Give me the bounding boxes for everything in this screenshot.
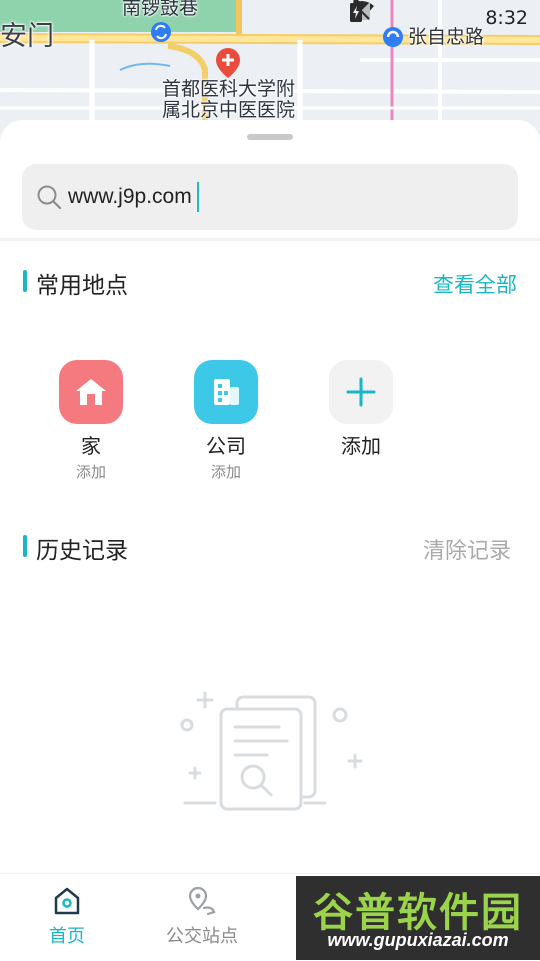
- history-title: 历史记录: [36, 538, 128, 564]
- place-company-sub: 添加: [210, 463, 241, 481]
- text-cursor: [197, 182, 199, 212]
- search-icon: [37, 185, 62, 210]
- place-add[interactable]: 添加: [311, 360, 411, 459]
- bottom-sheet: 常用地点 查看全部 家 添加 公司 添加: [0, 120, 540, 960]
- frequent-places-title: 常用地点: [36, 273, 128, 299]
- search-input[interactable]: [68, 177, 488, 217]
- place-company-name: 公司: [206, 434, 246, 458]
- home-icon: [59, 360, 123, 424]
- map-label-gate: 安门: [0, 21, 54, 52]
- status-time: 8:32: [485, 7, 528, 29]
- map-label-hospital-line2: 属北京中医医院: [162, 99, 296, 121]
- nav-bus-stops[interactable]: 公交站点: [142, 886, 262, 948]
- map-label-hospital-line1: 首都医科大学附: [162, 78, 296, 100]
- place-home-sub: 添加: [75, 463, 106, 481]
- divider: [0, 238, 540, 241]
- clear-history-link[interactable]: 清除记录: [423, 533, 511, 565]
- map-label-alley: 南锣鼓巷: [122, 0, 199, 19]
- watermark-url: www.gupuxiazai.com: [327, 930, 509, 950]
- home-outline-icon: [54, 887, 80, 915]
- map-view[interactable]: 安门 南锣鼓巷 首都医科大学附 属北京中医医院 张自忠路 8:32: [0, 0, 540, 140]
- search-bar[interactable]: [22, 164, 518, 230]
- view-all-link[interactable]: 查看全部: [433, 269, 517, 299]
- place-company[interactable]: 公司 添加: [176, 360, 276, 482]
- nav-home-label: 首页: [49, 926, 85, 947]
- nav-home[interactable]: 首页: [7, 886, 127, 948]
- empty-history-illustration: [180, 691, 363, 811]
- section-marker: [23, 270, 27, 292]
- status-bar: 8:32: [350, 0, 540, 36]
- sheet-drag-handle[interactable]: [247, 134, 293, 140]
- watermark-logo: 谷普软件园 www.gupuxiazai.com: [296, 876, 540, 960]
- section-marker: [23, 535, 27, 557]
- place-home-name: 家: [81, 434, 101, 458]
- place-home[interactable]: 家 添加: [41, 360, 141, 482]
- plus-icon: [329, 360, 393, 424]
- nav-bus-stops-label: 公交站点: [166, 926, 238, 947]
- place-add-name: 添加: [341, 434, 381, 458]
- building-icon: [194, 360, 258, 424]
- battery-charging-icon: [350, 0, 362, 22]
- location-route-icon: [188, 886, 216, 916]
